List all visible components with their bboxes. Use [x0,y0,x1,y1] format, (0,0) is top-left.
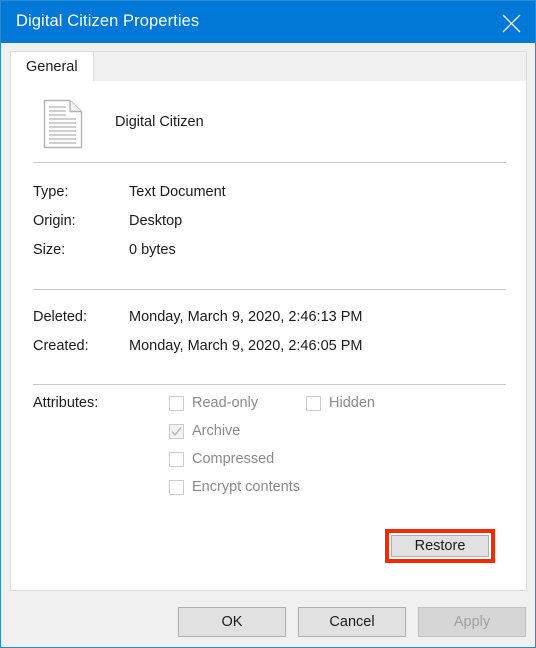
detail-value-size: 0 bytes [129,242,176,258]
checkbox-label-archive: Archive [192,423,241,439]
detail-label-origin: Origin: [33,213,76,229]
checkbox-box-compressed [169,452,184,467]
checkbox-box-archive [169,424,184,439]
checkbox-box-hidden [306,396,321,411]
restore-button-label: Restore [414,538,466,554]
close-button[interactable] [488,1,535,43]
checkbox-label-read-only: Read-only [192,395,259,411]
detail-label-size: Size: [33,242,66,258]
ok-button[interactable]: OK [178,607,286,637]
text-document-icon [43,99,83,149]
separator-1 [33,162,506,163]
detail-value-created: Monday, March 9, 2020, 2:46:05 PM [129,338,363,354]
tab-panel-general: Digital Citizen Type: Text Document Orig… [10,81,527,591]
checkbox-label-compressed: Compressed [192,451,275,467]
checkbox-box-encrypt-contents [169,480,184,495]
file-header: Digital Citizen [33,99,503,161]
apply-button: Apply [418,607,526,637]
detail-label-type: Type: [33,184,69,200]
separator-3 [33,384,506,385]
checkbox-label-hidden: Hidden [329,395,375,411]
tab-strip: General [10,51,527,82]
cancel-button-label: Cancel [329,614,375,630]
checkbox-label-encrypt-contents: Encrypt contents [192,479,300,495]
apply-button-label: Apply [453,614,491,630]
cancel-button[interactable]: Cancel [298,607,406,637]
separator-2 [33,289,506,290]
window-title: Digital Citizen Properties [16,12,200,30]
restore-button[interactable]: Restore [391,535,489,557]
attributes-label: Attributes: [33,395,99,411]
ok-button-label: OK [221,614,243,630]
tab-general[interactable]: General [10,51,94,82]
tab-general-label: General [26,59,78,75]
detail-label-created: Created: [33,338,89,354]
detail-value-origin: Desktop [129,213,183,229]
detail-value-type: Text Document [129,184,226,200]
detail-value-deleted: Monday, March 9, 2020, 2:46:13 PM [129,309,363,325]
checkbox-box-read-only [169,396,184,411]
properties-dialog: Digital Citizen Properties General Digit… [0,0,536,648]
title-bar: Digital Citizen Properties [1,1,535,43]
file-name: Digital Citizen [115,114,204,130]
detail-label-deleted: Deleted: [33,309,88,325]
